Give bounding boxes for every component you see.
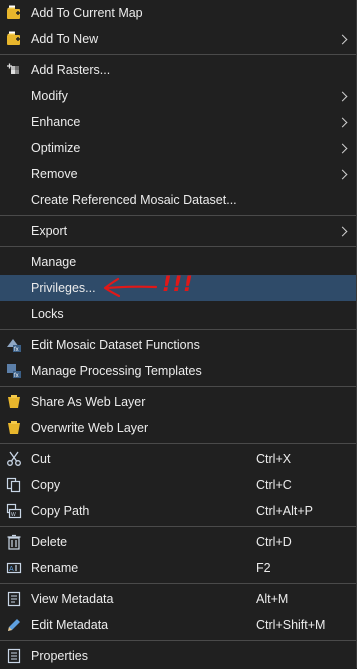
shortcut-label: Ctrl+X — [256, 452, 292, 466]
menu-item-add-rasters[interactable]: Add Rasters... — [0, 57, 356, 83]
menu-item-label: Locks — [31, 307, 64, 321]
menu-item-copy-path[interactable]: W Copy Path Ctrl+Alt+P — [0, 498, 356, 524]
menu-item-label: Manage Processing Templates — [31, 364, 202, 378]
menu-item-cut[interactable]: Cut Ctrl+X — [0, 446, 356, 472]
properties-icon — [5, 647, 23, 665]
menu-item-label: Add To Current Map — [31, 6, 143, 20]
shortcut-label: Ctrl+Alt+P — [256, 504, 313, 518]
processing-templates-icon: fx — [5, 362, 23, 380]
chevron-right-icon — [337, 169, 348, 179]
menu-item-view-metadata[interactable]: View Metadata Alt+M — [0, 586, 356, 612]
mosaic-functions-icon: fx — [5, 336, 23, 354]
shortcut-label: Ctrl+Shift+M — [256, 618, 326, 632]
rename-icon: A — [5, 559, 23, 577]
menu-item-copy[interactable]: Copy Ctrl+C — [0, 472, 356, 498]
menu-item-create-referenced[interactable]: Create Referenced Mosaic Dataset... — [0, 187, 356, 213]
menu-item-properties[interactable]: Properties — [0, 643, 356, 669]
shortcut-label: Alt+M — [256, 592, 289, 606]
menu-item-label: Create Referenced Mosaic Dataset... — [31, 193, 237, 207]
menu-item-label: Remove — [31, 167, 78, 181]
shortcut-label: F2 — [256, 561, 271, 575]
separator — [0, 526, 356, 527]
svg-text:W: W — [11, 512, 16, 518]
menu-item-share-web-layer[interactable]: Share As Web Layer — [0, 389, 356, 415]
layers-new-icon — [5, 30, 23, 48]
pencil-icon — [5, 616, 23, 634]
menu-item-label: Edit Metadata — [31, 618, 109, 632]
trash-icon — [5, 533, 23, 551]
separator — [0, 583, 356, 584]
menu-item-label: Add To New — [31, 32, 99, 46]
menu-item-rename[interactable]: A Rename F2 — [0, 555, 356, 581]
menu-item-label: Add Rasters... — [31, 63, 111, 77]
menu-item-add-to-current-map[interactable]: Add To Current Map — [0, 0, 356, 26]
menu-item-label: Manage — [31, 255, 77, 269]
separator — [0, 54, 356, 55]
menu-item-enhance[interactable]: Enhance — [0, 109, 356, 135]
svg-text:fx: fx — [14, 347, 19, 353]
separator — [0, 246, 356, 247]
separator — [0, 386, 356, 387]
menu-item-label: Optimize — [31, 141, 81, 155]
menu-item-modify[interactable]: Modify — [0, 83, 356, 109]
overwrite-web-layer-icon — [5, 419, 23, 437]
menu-item-label: Copy — [31, 478, 61, 492]
menu-item-label: Edit Mosaic Dataset Functions — [31, 338, 200, 352]
context-menu: Add To Current Map Add To New Add Raster… — [0, 0, 357, 668]
shortcut-label: Ctrl+D — [256, 535, 292, 549]
menu-item-manage-templates[interactable]: fx Manage Processing Templates — [0, 358, 356, 384]
menu-item-label: Properties — [31, 649, 88, 663]
separator — [0, 640, 356, 641]
menu-item-export[interactable]: Export — [0, 218, 356, 244]
menu-item-label: Modify — [31, 89, 68, 103]
share-web-layer-icon — [5, 393, 23, 411]
menu-item-label: Delete — [31, 535, 68, 549]
menu-item-label: Overwrite Web Layer — [31, 421, 149, 435]
menu-item-label: Enhance — [31, 115, 81, 129]
copy-icon — [5, 476, 23, 494]
menu-item-label: View Metadata — [31, 592, 114, 606]
shortcut-label: Ctrl+C — [256, 478, 292, 492]
separator — [0, 443, 356, 444]
menu-item-label: Share As Web Layer — [31, 395, 146, 409]
menu-item-label: Privileges... — [31, 281, 96, 295]
copy-path-icon: W — [5, 502, 23, 520]
svg-text:fx: fx — [14, 373, 19, 379]
menu-item-remove[interactable]: Remove — [0, 161, 356, 187]
annotation-text: !!! — [162, 272, 194, 296]
chevron-right-icon — [337, 226, 348, 236]
chevron-right-icon — [337, 143, 348, 153]
add-rasters-icon — [5, 61, 23, 79]
menu-item-label: Copy Path — [31, 504, 90, 518]
menu-item-delete[interactable]: Delete Ctrl+D — [0, 529, 356, 555]
annotation-arrow: !!! — [100, 272, 200, 305]
scissors-icon — [5, 450, 23, 468]
svg-text:A: A — [9, 566, 14, 573]
layers-add-icon — [5, 4, 23, 22]
menu-item-label: Export — [31, 224, 68, 238]
view-metadata-icon — [5, 590, 23, 608]
menu-item-label: Cut — [31, 452, 51, 466]
menu-item-optimize[interactable]: Optimize — [0, 135, 356, 161]
menu-item-add-to-new[interactable]: Add To New — [0, 26, 356, 52]
menu-item-edit-metadata[interactable]: Edit Metadata Ctrl+Shift+M — [0, 612, 356, 638]
menu-item-label: Rename — [31, 561, 79, 575]
menu-item-overwrite-web-layer[interactable]: Overwrite Web Layer — [0, 415, 356, 441]
separator — [0, 215, 356, 216]
menu-item-edit-functions[interactable]: fx Edit Mosaic Dataset Functions — [0, 332, 356, 358]
chevron-right-icon — [337, 34, 348, 44]
chevron-right-icon — [337, 117, 348, 127]
chevron-right-icon — [337, 91, 348, 101]
separator — [0, 329, 356, 330]
